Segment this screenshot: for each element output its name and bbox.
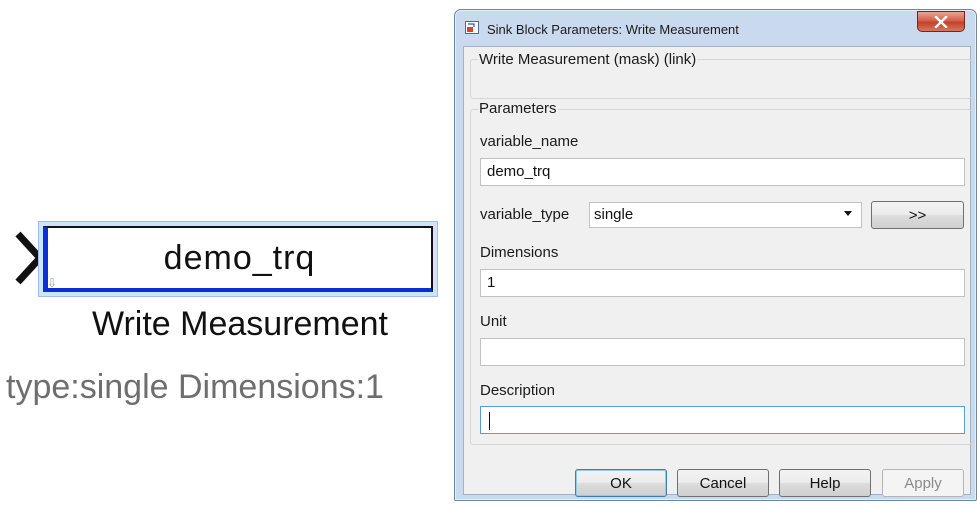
parameters-group-title: Parameters <box>478 100 558 117</box>
cancel-button[interactable]: Cancel <box>677 469 769 497</box>
dialog-titlebar[interactable]: Sink Block Parameters: Write Measurement <box>455 10 976 41</box>
close-button[interactable] <box>917 11 965 32</box>
simulink-block-icon <box>465 21 479 34</box>
write-measurement-block[interactable]: demo_trq ⇩ <box>38 221 438 297</box>
variable-name-field[interactable]: demo_trq <box>480 158 965 186</box>
dialog-client-area: Write Measurement (mask) (link) Paramete… <box>463 46 972 497</box>
block-body: demo_trq <box>43 226 433 292</box>
dialog-title: Sink Block Parameters: Write Measurement <box>487 22 739 37</box>
variable-type-label: variable_type <box>480 206 570 223</box>
mask-description-title: Write Measurement (mask) (link) <box>478 51 698 68</box>
unit-label: Unit <box>480 313 507 330</box>
variable-type-value: single <box>594 206 634 223</box>
apply-button[interactable]: Apply <box>882 469 964 497</box>
block-parameters-dialog: Sink Block Parameters: Write Measurement… <box>454 9 977 501</box>
block-value-label: demo_trq <box>163 238 316 277</box>
text-cursor <box>489 412 490 430</box>
block-name-label[interactable]: Write Measurement <box>40 305 440 344</box>
description-label: Description <box>480 382 556 399</box>
variable-type-dropdown[interactable]: single <box>589 202 862 228</box>
dimensions-field[interactable]: 1 <box>480 269 965 297</box>
unit-field[interactable] <box>480 338 965 366</box>
variable-name-label: variable_name <box>480 133 579 150</box>
block-annotation: type:single Dimensions:1 <box>6 368 384 406</box>
model-canvas[interactable]: demo_trq ⇩ Write Measurement type:single… <box>0 0 460 508</box>
description-field[interactable] <box>480 406 965 434</box>
variable-type-edit-button[interactable]: >> <box>871 201 964 229</box>
help-button[interactable]: Help <box>779 469 871 497</box>
chevron-down-icon <box>844 211 852 216</box>
dimensions-label: Dimensions <box>480 244 559 261</box>
library-link-arrow-icon: ⇩ <box>47 276 58 290</box>
ok-button[interactable]: OK <box>575 469 667 497</box>
close-icon <box>934 15 948 28</box>
